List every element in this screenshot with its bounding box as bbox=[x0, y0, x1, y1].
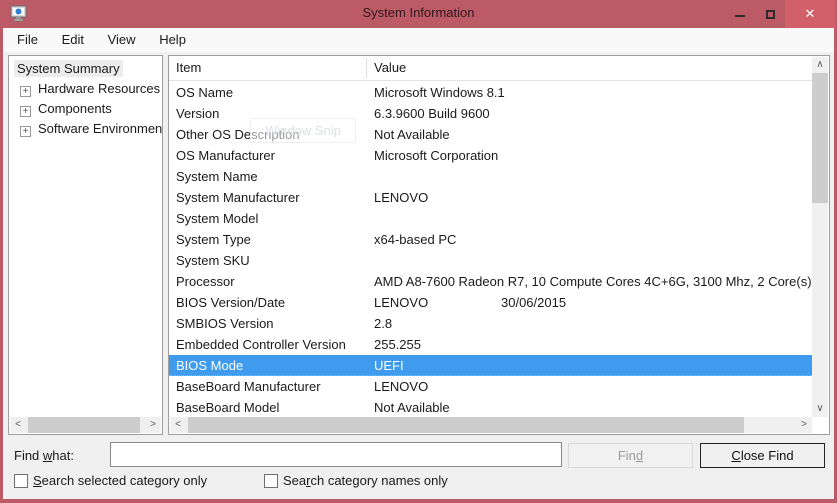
list-row[interactable]: BIOS Mode UEFI bbox=[169, 355, 812, 376]
tree-item-components[interactable]: +Components bbox=[9, 99, 162, 119]
find-what-label: Find what: bbox=[14, 448, 74, 463]
row-value: Microsoft Corporation bbox=[374, 145, 498, 166]
row-item-label: Version bbox=[176, 103, 219, 124]
system-information-window: System Information ✕ File Edit View Help… bbox=[0, 0, 837, 503]
scroll-right-icon[interactable]: > bbox=[145, 417, 161, 433]
row-value: 255.255 bbox=[374, 334, 421, 355]
row-item-label: System SKU bbox=[176, 250, 250, 271]
list-horizontal-scrollbar[interactable]: < > bbox=[170, 417, 812, 433]
list-row[interactable]: Processor AMD A8-7600 Radeon R7, 10 Comp… bbox=[169, 271, 812, 292]
row-value2: 30/06/2015 bbox=[501, 292, 566, 313]
menu-bar: File Edit View Help bbox=[3, 28, 834, 52]
list-row[interactable]: OS Manufacturer Microsoft Corporation bbox=[169, 145, 812, 166]
list-row[interactable]: BIOS Version/Date LENOVO 30/06/2015 bbox=[169, 292, 812, 313]
scroll-left-icon[interactable]: < bbox=[170, 417, 186, 433]
category-tree: System Summary +Hardware Resources +Comp… bbox=[8, 55, 163, 435]
list-vertical-scrollbar[interactable]: ∧ ∨ bbox=[812, 57, 828, 417]
tree-item-hardware-resources[interactable]: +Hardware Resources bbox=[9, 79, 162, 99]
title-bar[interactable]: System Information ✕ bbox=[0, 0, 837, 28]
row-item-label: Embedded Controller Version bbox=[176, 334, 346, 355]
list-row[interactable]: BaseBoard Model Not Available bbox=[169, 397, 812, 418]
row-item-label: SMBIOS Version bbox=[176, 313, 274, 334]
scroll-right-icon[interactable]: > bbox=[796, 417, 812, 433]
tree-horizontal-scrollbar[interactable]: < > bbox=[10, 417, 161, 433]
list-row[interactable]: System Model bbox=[169, 208, 812, 229]
content-area: System Summary +Hardware Resources +Comp… bbox=[3, 52, 834, 499]
search-category-names-checkbox[interactable] bbox=[264, 474, 278, 488]
row-item-label: Other OS Description bbox=[176, 124, 300, 145]
list-row[interactable]: OS Name Microsoft Windows 8.1 bbox=[169, 82, 812, 103]
menu-help[interactable]: Help bbox=[149, 28, 196, 47]
window-title: System Information bbox=[0, 5, 837, 20]
find-input[interactable] bbox=[110, 442, 562, 467]
scroll-up-icon[interactable]: ∧ bbox=[812, 57, 828, 73]
column-divider[interactable] bbox=[366, 58, 367, 78]
row-item-label: BIOS Version/Date bbox=[176, 292, 285, 313]
scrollbar-thumb[interactable] bbox=[188, 417, 744, 433]
scroll-down-icon[interactable]: ∨ bbox=[812, 401, 828, 417]
row-value: Microsoft Windows 8.1 bbox=[374, 82, 505, 103]
row-value: UEFI bbox=[374, 355, 404, 376]
row-value: Not Available bbox=[374, 124, 450, 145]
maximize-button[interactable] bbox=[755, 0, 785, 28]
search-selected-category-label: Search selected category only bbox=[33, 473, 207, 488]
row-value: 2.8 bbox=[374, 313, 392, 334]
list-header: Item Value bbox=[169, 56, 812, 81]
list-row[interactable]: System Type x64-based PC bbox=[169, 229, 812, 250]
list-rows: OS Name Microsoft Windows 8.1 Version 6.… bbox=[169, 82, 812, 418]
tree-item-system-summary[interactable]: System Summary bbox=[9, 59, 162, 79]
row-item-label: System Type bbox=[176, 229, 251, 250]
list-row[interactable]: BaseBoard Manufacturer LENOVO bbox=[169, 376, 812, 397]
menu-edit[interactable]: Edit bbox=[52, 28, 94, 47]
row-value: 6.3.9600 Build 9600 bbox=[374, 103, 490, 124]
search-selected-category-checkbox[interactable] bbox=[14, 474, 28, 488]
row-value: x64-based PC bbox=[374, 229, 456, 250]
list-row[interactable]: System Manufacturer LENOVO bbox=[169, 187, 812, 208]
row-item-label: BIOS Mode bbox=[176, 355, 243, 376]
list-row[interactable]: System Name bbox=[169, 166, 812, 187]
close-button[interactable]: ✕ bbox=[785, 0, 835, 28]
scrollbar-thumb[interactable] bbox=[812, 73, 828, 203]
tree-item-software-environment[interactable]: +Software Environment bbox=[9, 119, 162, 139]
list-row[interactable]: System SKU bbox=[169, 250, 812, 271]
list-row[interactable]: SMBIOS Version 2.8 bbox=[169, 313, 812, 334]
find-button[interactable]: Find bbox=[568, 443, 693, 468]
row-value: LENOVO bbox=[374, 187, 428, 208]
list-row[interactable]: Other OS Description Not Available bbox=[169, 124, 812, 145]
search-category-names-label: Search category names only bbox=[283, 473, 448, 488]
column-header-value[interactable]: Value bbox=[374, 60, 406, 75]
row-value: Not Available bbox=[374, 397, 450, 418]
minimize-button[interactable] bbox=[725, 0, 755, 28]
maximize-icon bbox=[766, 10, 775, 19]
row-value: AMD A8-7600 Radeon R7, 10 Compute Cores … bbox=[374, 271, 812, 292]
scrollbar-thumb[interactable] bbox=[28, 417, 140, 433]
minimize-icon bbox=[735, 15, 745, 17]
row-item-label: System Name bbox=[176, 166, 258, 187]
row-item-label: System Manufacturer bbox=[176, 187, 300, 208]
expand-plus-icon[interactable]: + bbox=[20, 106, 31, 117]
menu-file[interactable]: File bbox=[7, 28, 48, 47]
list-row[interactable]: Embedded Controller Version 255.255 bbox=[169, 334, 812, 355]
scroll-left-icon[interactable]: < bbox=[10, 417, 26, 433]
row-item-label: Processor bbox=[176, 271, 235, 292]
close-find-button[interactable]: Close Find bbox=[700, 443, 825, 468]
expand-plus-icon[interactable]: + bbox=[20, 126, 31, 137]
row-item-label: OS Manufacturer bbox=[176, 145, 275, 166]
menu-view[interactable]: View bbox=[98, 28, 146, 47]
row-value: LENOVO bbox=[374, 376, 428, 397]
column-header-item[interactable]: Item bbox=[176, 60, 201, 75]
row-value: LENOVO bbox=[374, 292, 428, 313]
row-item-label: OS Name bbox=[176, 82, 233, 103]
expand-plus-icon[interactable]: + bbox=[20, 86, 31, 97]
details-list: Item Value OS Name Microsoft Windows 8.1… bbox=[168, 55, 830, 435]
row-item-label: BaseBoard Model bbox=[176, 397, 279, 418]
row-item-label: BaseBoard Manufacturer bbox=[176, 376, 321, 397]
close-icon: ✕ bbox=[805, 6, 816, 22]
list-row[interactable]: Version 6.3.9600 Build 9600 bbox=[169, 103, 812, 124]
row-item-label: System Model bbox=[176, 208, 258, 229]
